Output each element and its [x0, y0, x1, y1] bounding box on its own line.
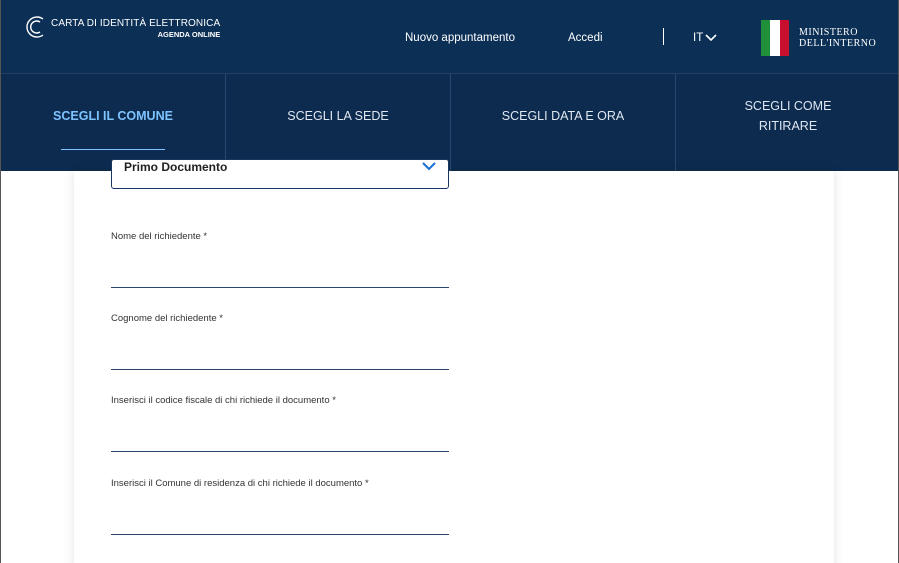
ministry-line1: MINISTERO: [799, 27, 858, 38]
steps-nav: SCEGLI IL COMUNE SCEGLI LA SEDE SCEGLI D…: [1, 73, 898, 171]
brand-subtitle: AGENDA ONLINE: [157, 30, 221, 39]
step-label: SCEGLI IL COMUNE: [53, 108, 173, 123]
ministry-logo[interactable]: MINISTERO DELL'INTERNO: [761, 20, 876, 56]
field-label: Cognome del richiedente *: [111, 313, 223, 324]
top-header: CARTA DI IDENTITÀ ELETTRONICA AGENDA ONL…: [1, 0, 898, 73]
step-choose-pickup[interactable]: SCEGLI COME RITIRARE: [676, 74, 898, 171]
language-label: IT: [693, 32, 704, 44]
main-content: Primo Documento Nome del richiedente * C…: [1, 159, 898, 563]
applicant-surname-field: Cognome del richiedente *: [111, 313, 449, 370]
document-type-value: Primo Documento: [124, 160, 228, 174]
fiscal-code-field: Inserisci il codice fiscale di chi richi…: [111, 395, 449, 452]
step-label: SCEGLI DATA E ORA: [501, 108, 625, 123]
step-label: SCEGLI LA SEDE: [287, 108, 389, 123]
step-choose-date-time[interactable]: SCEGLI DATA E ORA: [451, 74, 676, 171]
ministry-line2: DELL'INTERNO: [799, 38, 877, 49]
residence-comune-field: Inserisci il Comune di residenza di chi …: [111, 478, 449, 535]
applicant-surname-input[interactable]: [111, 346, 449, 370]
nav-login[interactable]: Accedi: [568, 32, 603, 44]
step-label: SCEGLI COME RITIRARE: [744, 98, 832, 133]
page: CARTA DI IDENTITÀ ELETTRONICA AGENDA ONL…: [0, 0, 899, 563]
language-selector[interactable]: IT: [693, 32, 717, 44]
step-choose-sede[interactable]: SCEGLI LA SEDE: [226, 74, 451, 171]
chevron-down-icon: [705, 34, 717, 42]
residence-comune-input[interactable]: [111, 511, 449, 535]
italian-flag-icon: [761, 20, 789, 56]
nav-divider: [663, 28, 664, 45]
brand[interactable]: CARTA DI IDENTITÀ ELETTRONICA AGENDA ONL…: [23, 14, 220, 40]
brand-title: CARTA DI IDENTITÀ ELETTRONICA: [51, 18, 221, 29]
applicant-name-field: Nome del richiedente *: [111, 231, 449, 288]
form-card: Primo Documento Nome del richiedente * C…: [74, 159, 834, 563]
applicant-name-input[interactable]: [111, 264, 449, 288]
field-label: Inserisci il codice fiscale di chi richi…: [111, 395, 336, 406]
step-choose-comune[interactable]: SCEGLI IL COMUNE: [1, 74, 226, 171]
cie-logo-icon: [26, 16, 44, 38]
nav-new-appointment[interactable]: Nuovo appuntamento: [405, 32, 515, 44]
chevron-down-icon: [422, 162, 436, 171]
field-label: Inserisci il Comune di residenza di chi …: [111, 478, 369, 489]
field-label: Nome del richiedente *: [111, 231, 208, 242]
document-type-select[interactable]: Primo Documento: [111, 159, 449, 189]
fiscal-code-input[interactable]: [111, 428, 449, 452]
